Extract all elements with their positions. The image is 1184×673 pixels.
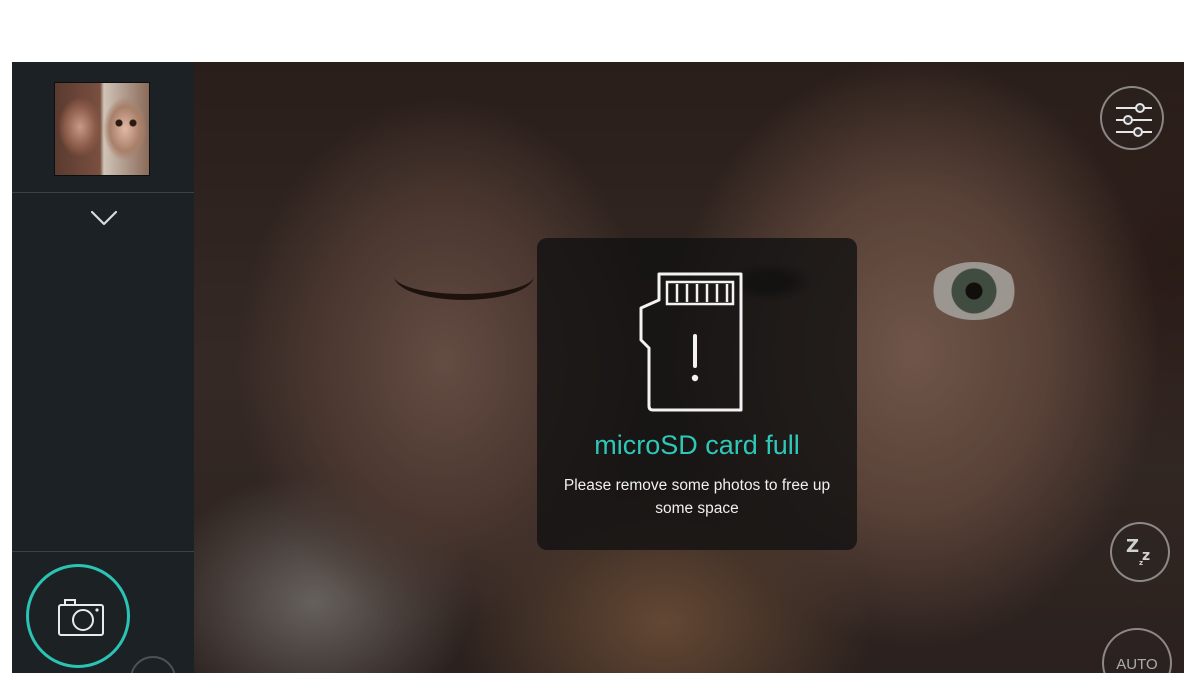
thumbnail-detail [113,119,139,127]
sleep-z-tiny: z [1139,559,1144,567]
dialog-title: microSD card full [594,430,800,460]
sleep-zzz-icon: Z z z [1112,524,1168,580]
microsd-card-alert-icon [637,268,747,422]
shutter-button[interactable] [26,564,130,668]
dialog-message: Please remove some photos to free up som… [563,477,831,517]
sleep-button[interactable]: Z z z [1110,522,1170,582]
last-photo-thumbnail[interactable] [54,82,150,176]
camera-screen: Z z z AUTO microSD card full Please remo… [12,62,1184,673]
storage-full-dialog: microSD card full Please remove some pho… [537,238,857,550]
mode-switch-handle[interactable] [130,656,176,673]
camera-sidebar [12,62,194,673]
sliders-icon [1116,103,1152,137]
settings-button[interactable] [1100,86,1164,150]
sleep-z-large: Z [1126,536,1140,557]
sleep-z-small: z [1142,548,1151,564]
camera-icon [58,599,104,636]
divider [12,551,194,552]
auto-mode-label: AUTO [1116,656,1158,673]
chevron-down-icon[interactable] [90,208,118,228]
divider [12,192,194,193]
